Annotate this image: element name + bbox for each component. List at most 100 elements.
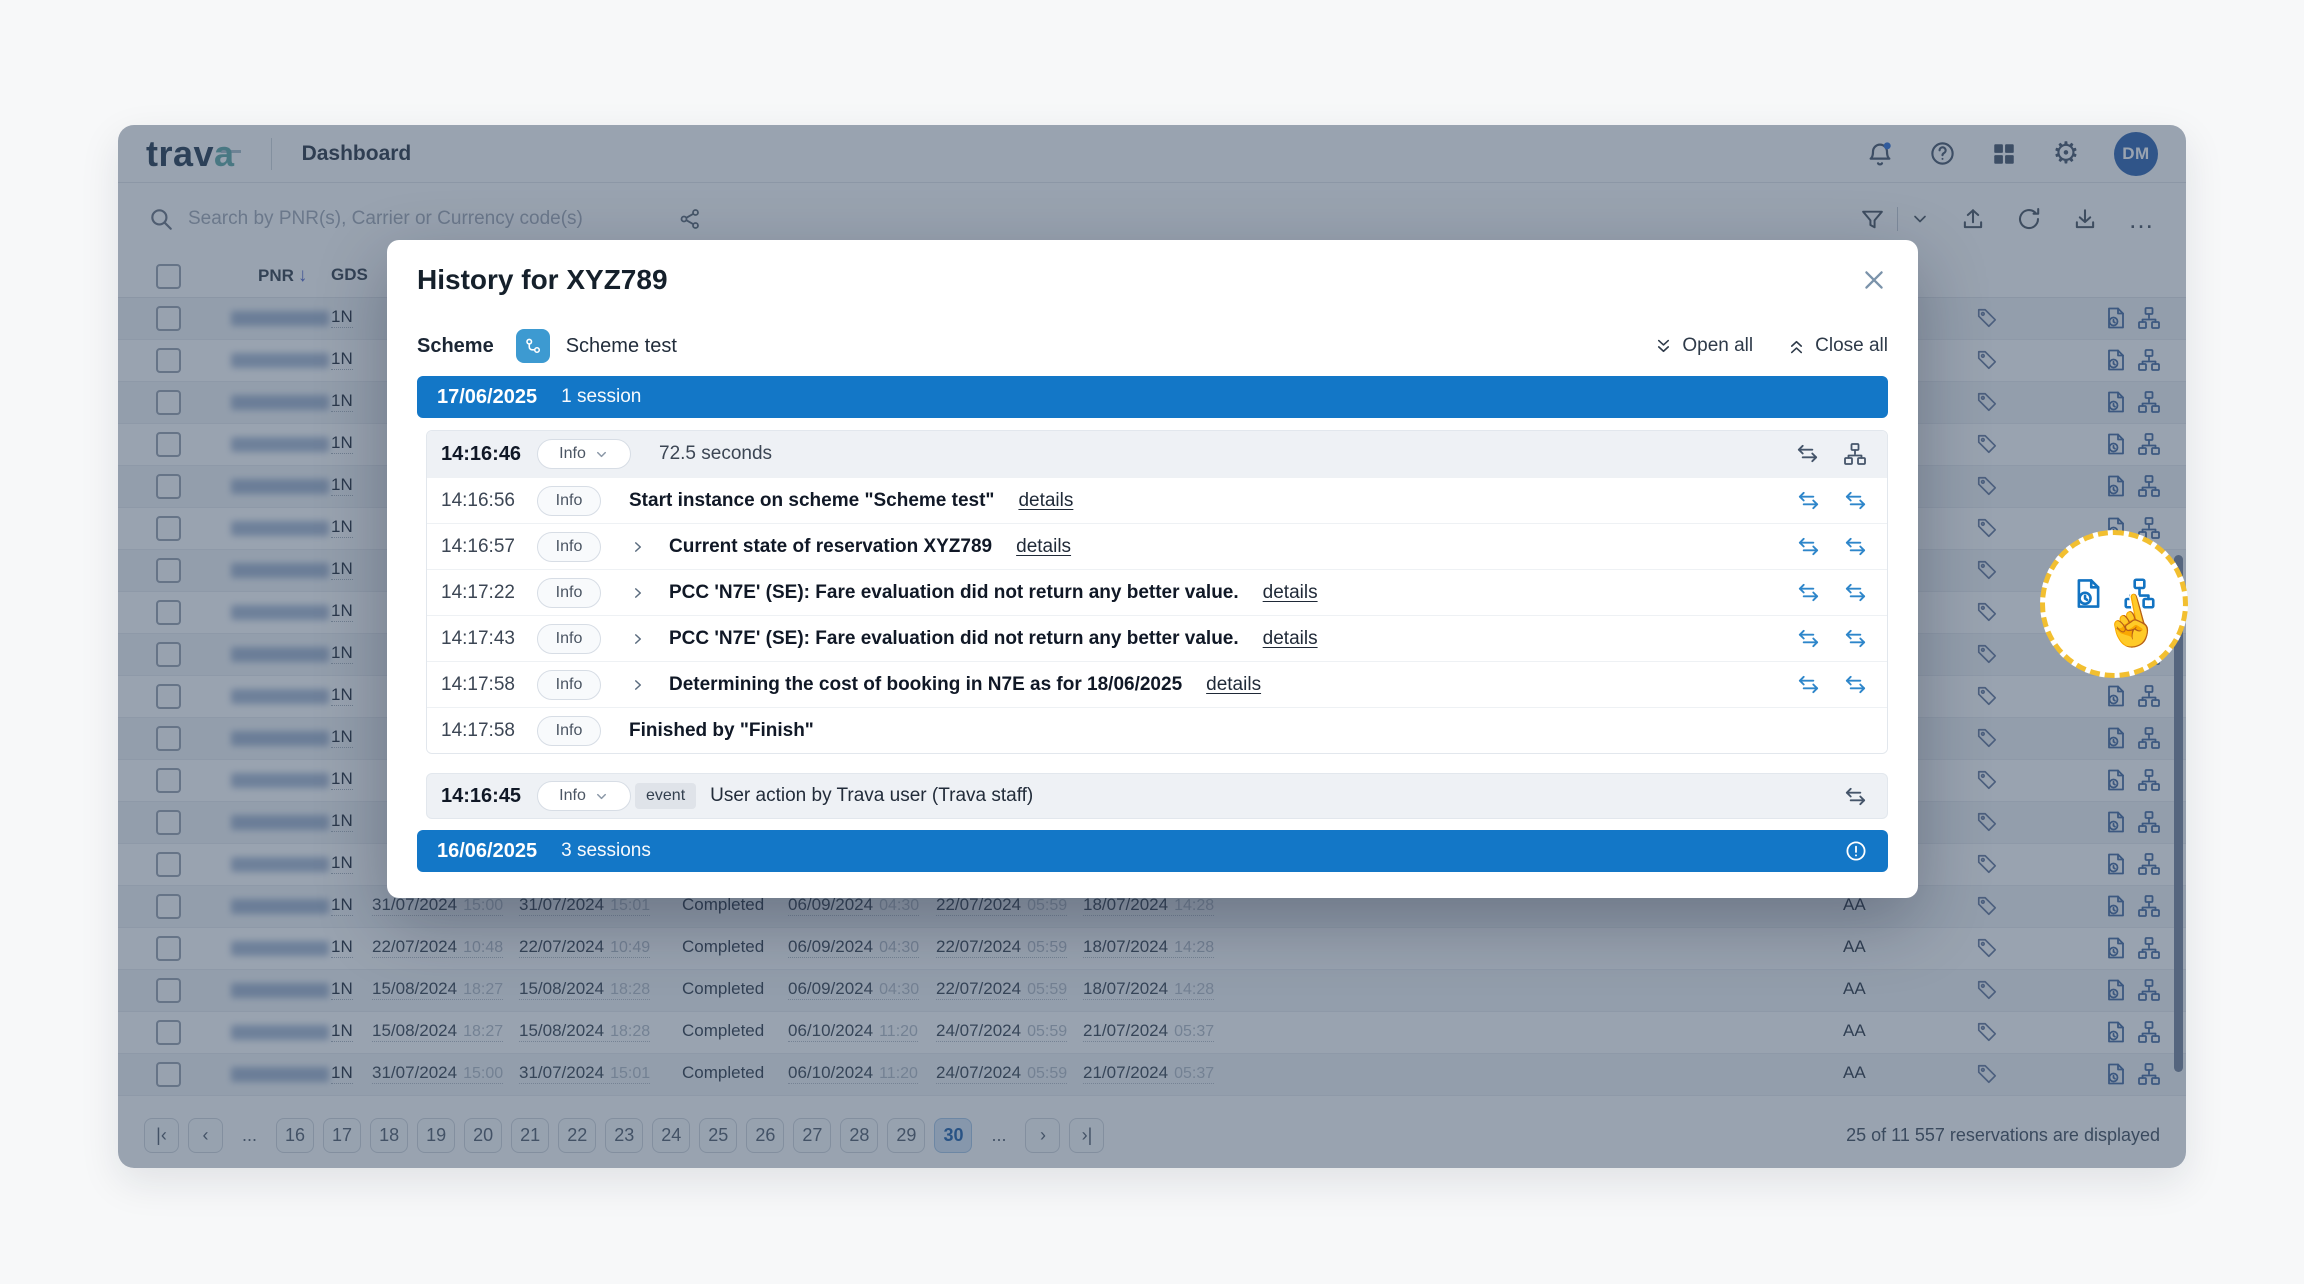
- page-gap[interactable]: ...: [981, 1118, 1016, 1153]
- sitemap-icon[interactable]: [2137, 978, 2161, 1002]
- row-checkbox[interactable]: [156, 768, 181, 793]
- sitemap-icon[interactable]: [2137, 474, 2161, 498]
- tag-icon[interactable]: [1976, 601, 1998, 623]
- row-checkbox[interactable]: [156, 726, 181, 751]
- history-doc-icon[interactable]: [2104, 810, 2128, 834]
- swap-arrows-icon[interactable]: [1844, 785, 1867, 808]
- tag-icon[interactable]: [1976, 1021, 1998, 1043]
- history-doc-icon[interactable]: [2104, 684, 2128, 708]
- apps-grid-icon[interactable]: [1990, 140, 2018, 168]
- row-checkbox[interactable]: [156, 306, 181, 331]
- page-first[interactable]: |‹: [144, 1118, 179, 1153]
- more-actions-icon[interactable]: …: [2128, 214, 2156, 224]
- sitemap-icon[interactable]: [2137, 432, 2161, 456]
- share-nodes-icon[interactable]: [678, 207, 702, 231]
- table-row[interactable]: 1N 15/08/202418:27 15/08/202418:28 Compl…: [118, 970, 2186, 1012]
- history-doc-icon[interactable]: [2104, 978, 2128, 1002]
- page-19[interactable]: 19: [417, 1118, 455, 1153]
- tag-icon[interactable]: [1976, 349, 1998, 371]
- tag-icon[interactable]: [1976, 853, 1998, 875]
- history-doc-icon[interactable]: [2104, 894, 2128, 918]
- tag-icon[interactable]: [1976, 895, 1998, 917]
- refresh-icon[interactable]: [2016, 206, 2042, 232]
- history-doc-icon[interactable]: [2104, 768, 2128, 792]
- swap-arrows-icon[interactable]: [1844, 673, 1867, 696]
- filter-icon[interactable]: [1860, 207, 1885, 232]
- page-27[interactable]: 27: [793, 1118, 831, 1153]
- page-24[interactable]: 24: [652, 1118, 690, 1153]
- history-doc-icon[interactable]: [2104, 348, 2128, 372]
- expand-chevron-icon[interactable]: [629, 538, 669, 556]
- user-avatar[interactable]: DM: [2114, 132, 2158, 176]
- swap-arrows-icon[interactable]: [1797, 535, 1820, 558]
- page-25[interactable]: 25: [699, 1118, 737, 1153]
- swap-arrows-icon[interactable]: [1844, 489, 1867, 512]
- row-checkbox[interactable]: [156, 894, 181, 919]
- help-icon[interactable]: [1928, 140, 1956, 168]
- expand-chevron-icon[interactable]: [629, 630, 669, 648]
- expand-chevron-icon[interactable]: [629, 584, 669, 602]
- column-header-pnr[interactable]: PNR↓: [258, 265, 307, 287]
- open-all-button[interactable]: Open all: [1654, 335, 1753, 357]
- tag-icon[interactable]: [1976, 1063, 1998, 1085]
- tag-icon[interactable]: [1976, 559, 1998, 581]
- sitemap-icon[interactable]: [1843, 442, 1867, 466]
- swap-arrows-icon[interactable]: [1844, 581, 1867, 604]
- sitemap-icon[interactable]: [2137, 1062, 2161, 1086]
- tag-icon[interactable]: [1976, 769, 1998, 791]
- sitemap-icon[interactable]: [2137, 348, 2161, 372]
- page-prev[interactable]: ‹: [188, 1118, 223, 1153]
- tag-icon[interactable]: [1976, 727, 1998, 749]
- row-checkbox[interactable]: [156, 1020, 181, 1045]
- sitemap-icon[interactable]: [2137, 306, 2161, 330]
- row-checkbox[interactable]: [156, 684, 181, 709]
- history-doc-icon[interactable]: [2104, 852, 2128, 876]
- page-16[interactable]: 16: [276, 1118, 314, 1153]
- sitemap-icon[interactable]: [2137, 726, 2161, 750]
- history-doc-icon[interactable]: [2104, 1062, 2128, 1086]
- notifications-bell-icon[interactable]: [1866, 140, 1894, 168]
- expand-chevron-icon[interactable]: [629, 676, 669, 694]
- tag-icon[interactable]: [1976, 475, 1998, 497]
- history-doc-icon[interactable]: [2104, 390, 2128, 414]
- row-checkbox[interactable]: [156, 600, 181, 625]
- history-doc-icon[interactable]: [2104, 474, 2128, 498]
- tag-icon[interactable]: [1976, 517, 1998, 539]
- page-28[interactable]: 28: [840, 1118, 878, 1153]
- page-17[interactable]: 17: [323, 1118, 361, 1153]
- row-checkbox[interactable]: [156, 558, 181, 583]
- history-doc-icon[interactable]: [2104, 726, 2128, 750]
- settings-gear-icon[interactable]: ⚙: [2052, 140, 2080, 168]
- sort-desc-icon[interactable]: ↓: [298, 265, 308, 286]
- page-21[interactable]: 21: [511, 1118, 549, 1153]
- history-doc-icon[interactable]: [2104, 432, 2128, 456]
- page-gap[interactable]: ...: [232, 1118, 267, 1153]
- swap-arrows-icon[interactable]: [1796, 442, 1819, 466]
- day-group-header[interactable]: 16/06/2025 3 sessions: [417, 830, 1888, 872]
- tag-icon[interactable]: [1976, 685, 1998, 707]
- row-checkbox[interactable]: [156, 390, 181, 415]
- page-18[interactable]: 18: [370, 1118, 408, 1153]
- sitemap-icon[interactable]: [2137, 852, 2161, 876]
- log-details-link[interactable]: details: [1263, 628, 1318, 650]
- select-all-checkbox[interactable]: [156, 264, 181, 289]
- row-checkbox[interactable]: [156, 516, 181, 541]
- sitemap-icon[interactable]: [2137, 810, 2161, 834]
- log-details-link[interactable]: details: [1206, 674, 1261, 696]
- page-20[interactable]: 20: [464, 1118, 502, 1153]
- event-row[interactable]: 14:16:45 Info event User action by Trava…: [426, 773, 1888, 819]
- row-checkbox[interactable]: [156, 936, 181, 961]
- table-row[interactable]: 1N 22/07/202410:48 22/07/202410:49 Compl…: [118, 928, 2186, 970]
- row-checkbox[interactable]: [156, 432, 181, 457]
- download-icon[interactable]: [2072, 206, 2098, 232]
- close-icon[interactable]: [1858, 264, 1890, 296]
- swap-arrows-icon[interactable]: [1797, 627, 1820, 650]
- log-level-dropdown[interactable]: Info: [537, 439, 631, 469]
- sitemap-icon[interactable]: [2137, 390, 2161, 414]
- swap-arrows-icon[interactable]: [1797, 489, 1820, 512]
- sitemap-icon[interactable]: [2137, 936, 2161, 960]
- day-group-header[interactable]: 17/06/2025 1 session: [417, 376, 1888, 418]
- upload-icon[interactable]: [1960, 206, 1986, 232]
- log-details-link[interactable]: details: [1263, 582, 1318, 604]
- page-22[interactable]: 22: [558, 1118, 596, 1153]
